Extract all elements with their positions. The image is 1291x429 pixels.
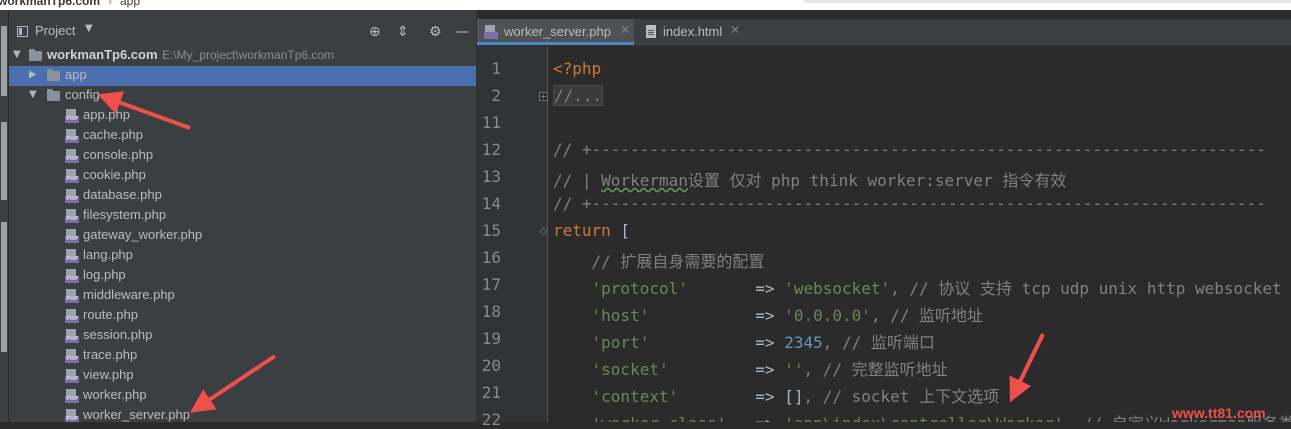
annotation-arrow-worker-server <box>190 354 277 413</box>
annotation-overlay <box>97 91 1045 413</box>
annotation-arrow-worker-class <box>1009 333 1045 403</box>
annotation-arrow-config <box>97 91 191 130</box>
watermark: www.tt81.com <box>1172 405 1266 421</box>
